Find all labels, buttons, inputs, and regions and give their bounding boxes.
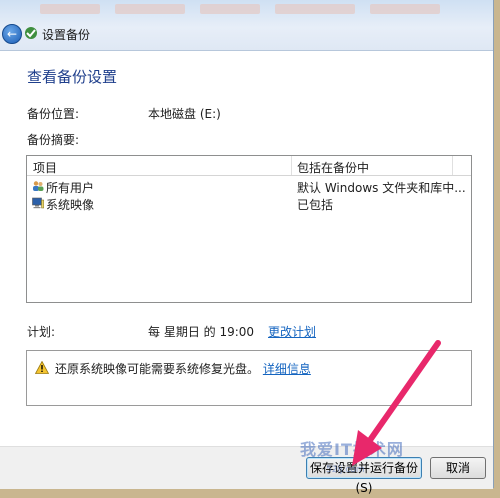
annotation-arrow-icon: [352, 340, 441, 466]
